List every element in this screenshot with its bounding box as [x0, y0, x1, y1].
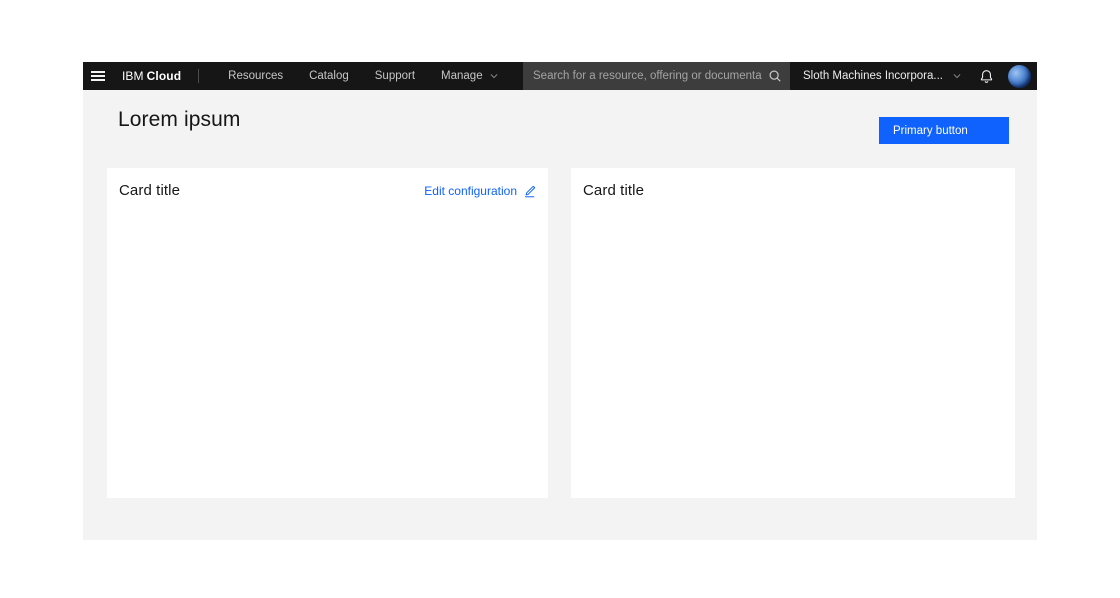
card-configuration: Card title Edit configuration	[107, 168, 548, 498]
menu-button[interactable]	[83, 62, 113, 90]
nav-item-resources[interactable]: Resources	[215, 62, 296, 90]
notifications-button[interactable]	[979, 69, 994, 84]
account-name: Sloth Machines Incorpora...	[803, 70, 943, 82]
cards-row: Card title Edit configuration Card	[107, 168, 1015, 498]
edit-pencil-icon	[523, 185, 536, 198]
brand-logo[interactable]: IBMCloud	[122, 69, 181, 83]
brand-prefix: IBM	[122, 69, 144, 83]
edit-configuration-link[interactable]: Edit configuration	[424, 184, 536, 198]
nav-item-support[interactable]: Support	[362, 62, 428, 90]
screenshot-canvas: IBMCloud Resources Catalog Support Manag…	[0, 0, 1120, 598]
user-avatar[interactable]	[1008, 65, 1031, 88]
hamburger-icon	[91, 69, 105, 84]
nav-item-catalog[interactable]: Catalog	[296, 62, 362, 90]
header-divider	[198, 69, 199, 83]
ibm-cloud-app-frame: IBMCloud Resources Catalog Support Manag…	[83, 62, 1037, 540]
nav-item-manage[interactable]: Manage	[428, 62, 487, 90]
card-title: Card title	[583, 182, 644, 199]
header-nav: Resources Catalog Support Manage	[215, 62, 498, 90]
primary-button[interactable]: Primary button	[879, 117, 1009, 144]
account-switcher[interactable]: Sloth Machines Incorpora...	[803, 70, 962, 82]
card-title: Card title	[119, 182, 180, 199]
account-chevron-down-icon	[952, 71, 962, 81]
edit-configuration-label: Edit configuration	[424, 184, 517, 198]
card-secondary: Card title	[571, 168, 1015, 498]
manage-chevron-down-icon[interactable]	[489, 71, 499, 81]
card-header: Card title Edit configuration	[119, 182, 536, 199]
global-header: IBMCloud Resources Catalog Support Manag…	[83, 62, 1037, 90]
search-icon[interactable]	[768, 69, 782, 83]
page-title: Lorem ipsum	[118, 108, 240, 132]
bell-icon	[979, 69, 994, 84]
card-header: Card title	[583, 182, 1003, 199]
global-search[interactable]	[523, 62, 790, 90]
search-input[interactable]	[533, 70, 762, 82]
brand-suffix: Cloud	[147, 69, 182, 83]
